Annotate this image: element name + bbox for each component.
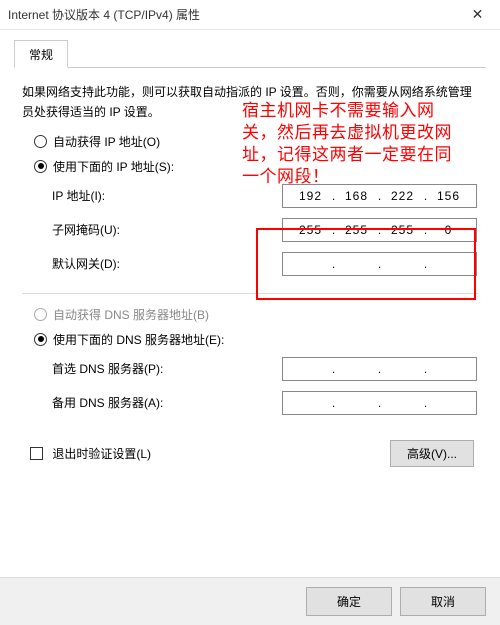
checkbox-icon [30, 447, 43, 460]
content-area: 常规 如果网络支持此功能，则可以获取自动指派的 IP 设置。否则，你需要从网络系… [0, 30, 500, 471]
ip-octet[interactable]: 192 [291, 189, 331, 203]
radio-label: 自动获得 IP 地址(O) [53, 133, 160, 150]
radio-icon [34, 308, 47, 321]
checkbox-validate-on-exit[interactable]: 退出时验证设置(L) [30, 445, 151, 462]
input-dns-preferred[interactable]: . . . [282, 357, 477, 381]
ip-octet[interactable]: 0 [429, 223, 469, 237]
input-subnet-mask[interactable]: 255 . 255 . 255 . 0 [282, 218, 477, 242]
row-ip-address: IP 地址(I): 192 . 168 . 222 . 156 [22, 179, 478, 213]
dialog-footer: 确定 取消 [0, 577, 500, 625]
label-dns-pref: 首选 DNS 服务器(P): [52, 360, 282, 377]
titlebar: Internet 协议版本 4 (TCP/IPv4) 属性 ✕ [0, 0, 500, 30]
ok-button[interactable]: 确定 [306, 587, 392, 616]
ip-octet[interactable]: 156 [429, 189, 469, 203]
radio-label: 自动获得 DNS 服务器地址(B) [53, 306, 209, 323]
radio-icon [34, 135, 47, 148]
ip-octet[interactable]: 255 [337, 223, 377, 237]
bottom-row: 退出时验证设置(L) 高级(V)... [14, 424, 486, 471]
divider [22, 293, 478, 294]
row-default-gateway: 默认网关(D): . . . [22, 247, 478, 281]
ip-group: 自动获得 IP 地址(O) 使用下面的 IP 地址(S): IP 地址(I): … [14, 127, 486, 285]
label-mask: 子网掩码(U): [52, 221, 282, 238]
radio-label: 使用下面的 IP 地址(S): [53, 158, 174, 175]
dot-icon: . [423, 396, 429, 410]
label-gateway: 默认网关(D): [52, 255, 282, 272]
radio-ip-manual[interactable]: 使用下面的 IP 地址(S): [22, 154, 478, 179]
radio-dns-auto: 自动获得 DNS 服务器地址(B) [22, 302, 478, 327]
radio-icon [34, 333, 47, 346]
window-title: Internet 协议版本 4 (TCP/IPv4) 属性 [8, 6, 200, 23]
dot-icon: . [423, 257, 429, 271]
input-dns-alternate[interactable]: . . . [282, 391, 477, 415]
ip-octet[interactable]: 222 [383, 189, 423, 203]
radio-dns-manual[interactable]: 使用下面的 DNS 服务器地址(E): [22, 327, 478, 352]
tab-general[interactable]: 常规 [14, 40, 68, 68]
dot-icon: . [377, 396, 383, 410]
row-subnet-mask: 子网掩码(U): 255 . 255 . 255 . 0 [22, 213, 478, 247]
label-ip: IP 地址(I): [52, 187, 282, 204]
dot-icon: . [377, 362, 383, 376]
dns-group: 自动获得 DNS 服务器地址(B) 使用下面的 DNS 服务器地址(E): 首选… [14, 300, 486, 424]
close-icon: ✕ [472, 6, 484, 23]
dot-icon: . [331, 362, 337, 376]
cancel-button[interactable]: 取消 [400, 587, 486, 616]
ip-octet[interactable]: 255 [291, 223, 331, 237]
dot-icon: . [377, 257, 383, 271]
description-text: 如果网络支持此功能，则可以获取自动指派的 IP 设置。否则，你需要从网络系统管理… [14, 68, 486, 127]
checkbox-label: 退出时验证设置(L) [52, 447, 151, 461]
input-ip-address[interactable]: 192 . 168 . 222 . 156 [282, 184, 477, 208]
advanced-button[interactable]: 高级(V)... [390, 440, 474, 467]
row-dns-preferred: 首选 DNS 服务器(P): . . . [22, 352, 478, 386]
label-dns-alt: 备用 DNS 服务器(A): [52, 394, 282, 411]
dot-icon: . [423, 362, 429, 376]
tab-strip: 常规 [14, 40, 486, 68]
close-button[interactable]: ✕ [455, 0, 500, 30]
dot-icon: . [331, 257, 337, 271]
ip-octet[interactable]: 255 [383, 223, 423, 237]
input-default-gateway[interactable]: . . . [282, 252, 477, 276]
ip-octet[interactable]: 168 [337, 189, 377, 203]
radio-ip-auto[interactable]: 自动获得 IP 地址(O) [22, 129, 478, 154]
dot-icon: . [331, 396, 337, 410]
radio-label: 使用下面的 DNS 服务器地址(E): [53, 331, 224, 348]
row-dns-alternate: 备用 DNS 服务器(A): . . . [22, 386, 478, 420]
radio-icon [34, 160, 47, 173]
